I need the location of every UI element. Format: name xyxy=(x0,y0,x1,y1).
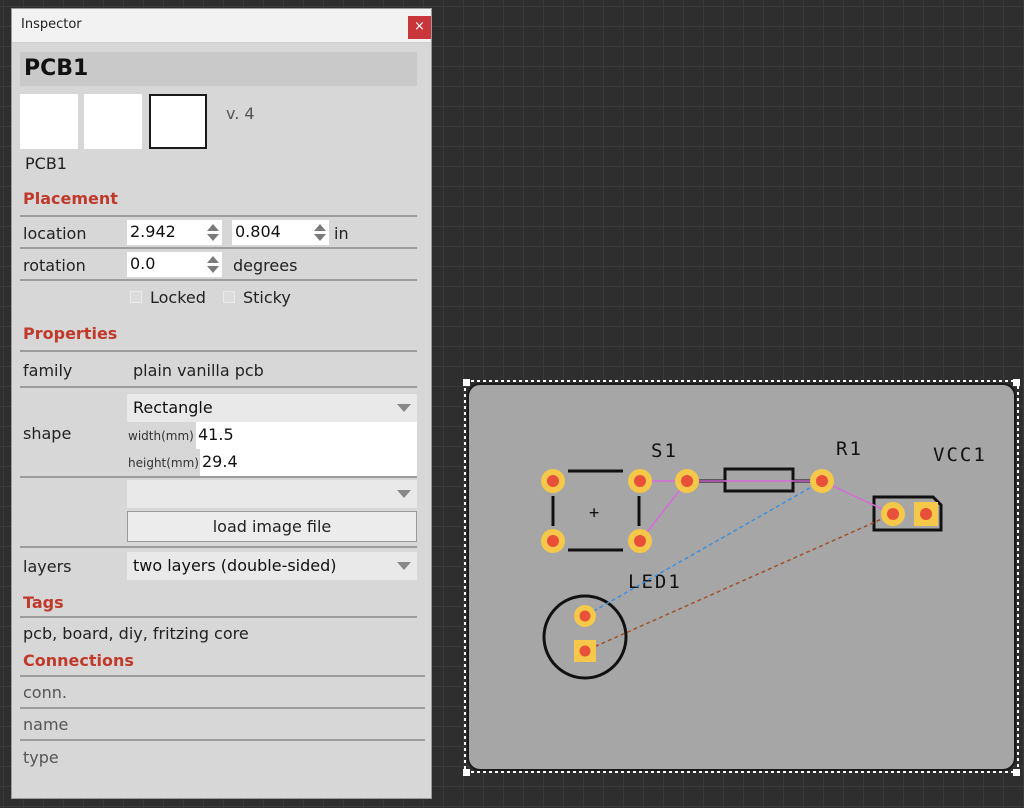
schematic-view-thumbnail[interactable] xyxy=(84,94,142,149)
pad-hole xyxy=(547,535,559,547)
location-y-value: 0.804 xyxy=(235,222,281,241)
divider xyxy=(20,215,417,217)
close-button[interactable]: × xyxy=(408,16,431,39)
shape-select-value: Rectangle xyxy=(133,398,213,417)
pad-hole xyxy=(547,475,559,487)
rotation-value: 0.0 xyxy=(130,254,156,273)
pad-hole xyxy=(816,475,828,487)
window-title: Inspector xyxy=(21,17,82,32)
spin-arrows-icon[interactable] xyxy=(207,256,219,273)
divider xyxy=(20,739,425,741)
rotation-label: rotation xyxy=(23,256,86,275)
height-label: height(mm) xyxy=(128,456,199,470)
tags-value: pcb, board, diy, fritzing core xyxy=(23,624,249,643)
resize-handle[interactable] xyxy=(1013,769,1020,776)
chevron-down-icon xyxy=(397,404,411,412)
led1-label: LED1 xyxy=(628,571,682,593)
breadboard-view-thumbnail[interactable] xyxy=(20,94,78,149)
sticky-label: Sticky xyxy=(243,288,291,307)
resize-handle[interactable] xyxy=(1013,379,1020,386)
conn-label: conn. xyxy=(23,683,67,702)
pad-hole xyxy=(681,475,693,487)
divider xyxy=(20,546,417,548)
divider xyxy=(20,386,417,388)
location-unit: in xyxy=(334,224,349,243)
width-input[interactable]: 41.5 xyxy=(196,422,417,449)
part-title: PCB1 xyxy=(24,56,89,81)
chevron-down-icon xyxy=(397,562,411,570)
part-title-bar: PCB1 xyxy=(20,52,417,86)
name-label: name xyxy=(23,715,69,734)
width-label: width(mm) xyxy=(128,429,194,443)
width-value: 41.5 xyxy=(198,425,234,444)
tags-header: Tags xyxy=(23,593,64,612)
load-image-button[interactable]: load image file xyxy=(127,511,417,542)
height-value: 29.4 xyxy=(202,452,238,471)
r1-label: R1 xyxy=(836,438,863,460)
pcb-board[interactable] xyxy=(467,383,1016,771)
divider xyxy=(20,707,425,709)
location-y-spinbox[interactable]: 0.804 xyxy=(232,220,329,245)
family-value: plain vanilla pcb xyxy=(133,361,264,380)
pad-hole xyxy=(579,610,591,622)
part-version: v. 4 xyxy=(226,104,255,123)
height-input[interactable]: 29.4 xyxy=(200,449,417,476)
locked-checkbox[interactable] xyxy=(130,291,142,303)
divider xyxy=(20,247,417,249)
family-label: family xyxy=(23,361,73,380)
shape-select[interactable]: Rectangle xyxy=(127,394,417,422)
layers-select-value: two layers (double-sided) xyxy=(133,556,337,575)
chevron-down-icon xyxy=(397,490,411,498)
inspector-panel: Inspector × PCB1 v. 4 PCB1 Placement loc… xyxy=(11,8,432,799)
inspector-titlebar[interactable]: Inspector × xyxy=(12,9,431,43)
pcb-canvas[interactable]: + S1 R1 VCC1 LED1 xyxy=(463,379,1020,780)
image-select[interactable] xyxy=(127,480,417,508)
divider xyxy=(20,476,417,478)
s1-label: S1 xyxy=(651,440,678,462)
part-label: PCB1 xyxy=(25,154,67,173)
rotation-spinbox[interactable]: 0.0 xyxy=(127,252,222,277)
pad-hole xyxy=(920,508,932,520)
resize-handle[interactable] xyxy=(463,379,470,386)
connections-header: Connections xyxy=(23,651,134,670)
divider xyxy=(20,350,417,352)
properties-header: Properties xyxy=(23,324,118,343)
pad-hole xyxy=(579,645,591,657)
type-label: type xyxy=(23,748,59,767)
rotation-unit: degrees xyxy=(233,256,298,275)
s1-plus-label: + xyxy=(589,503,601,523)
spin-arrows-icon[interactable] xyxy=(207,224,219,241)
spin-arrows-icon[interactable] xyxy=(314,224,326,241)
location-x-value: 2.942 xyxy=(130,222,176,241)
divider xyxy=(20,616,417,618)
pad-hole xyxy=(887,508,899,520)
locked-label: Locked xyxy=(150,288,206,307)
location-label: location xyxy=(23,224,87,243)
placement-header: Placement xyxy=(23,189,118,208)
resize-handle[interactable] xyxy=(463,769,470,776)
pcb-board-svg[interactable]: + S1 R1 VCC1 LED1 xyxy=(463,379,1020,776)
shape-label: shape xyxy=(23,424,72,443)
divider xyxy=(20,279,417,281)
location-x-spinbox[interactable]: 2.942 xyxy=(127,220,222,245)
sticky-checkbox[interactable] xyxy=(223,291,235,303)
pad-hole xyxy=(634,475,646,487)
pad-hole xyxy=(634,535,646,547)
vcc1-label: VCC1 xyxy=(933,444,987,466)
layers-label: layers xyxy=(23,557,72,576)
pcb-view-thumbnail[interactable] xyxy=(149,94,207,149)
divider xyxy=(20,675,425,677)
layers-select[interactable]: two layers (double-sided) xyxy=(127,552,417,580)
